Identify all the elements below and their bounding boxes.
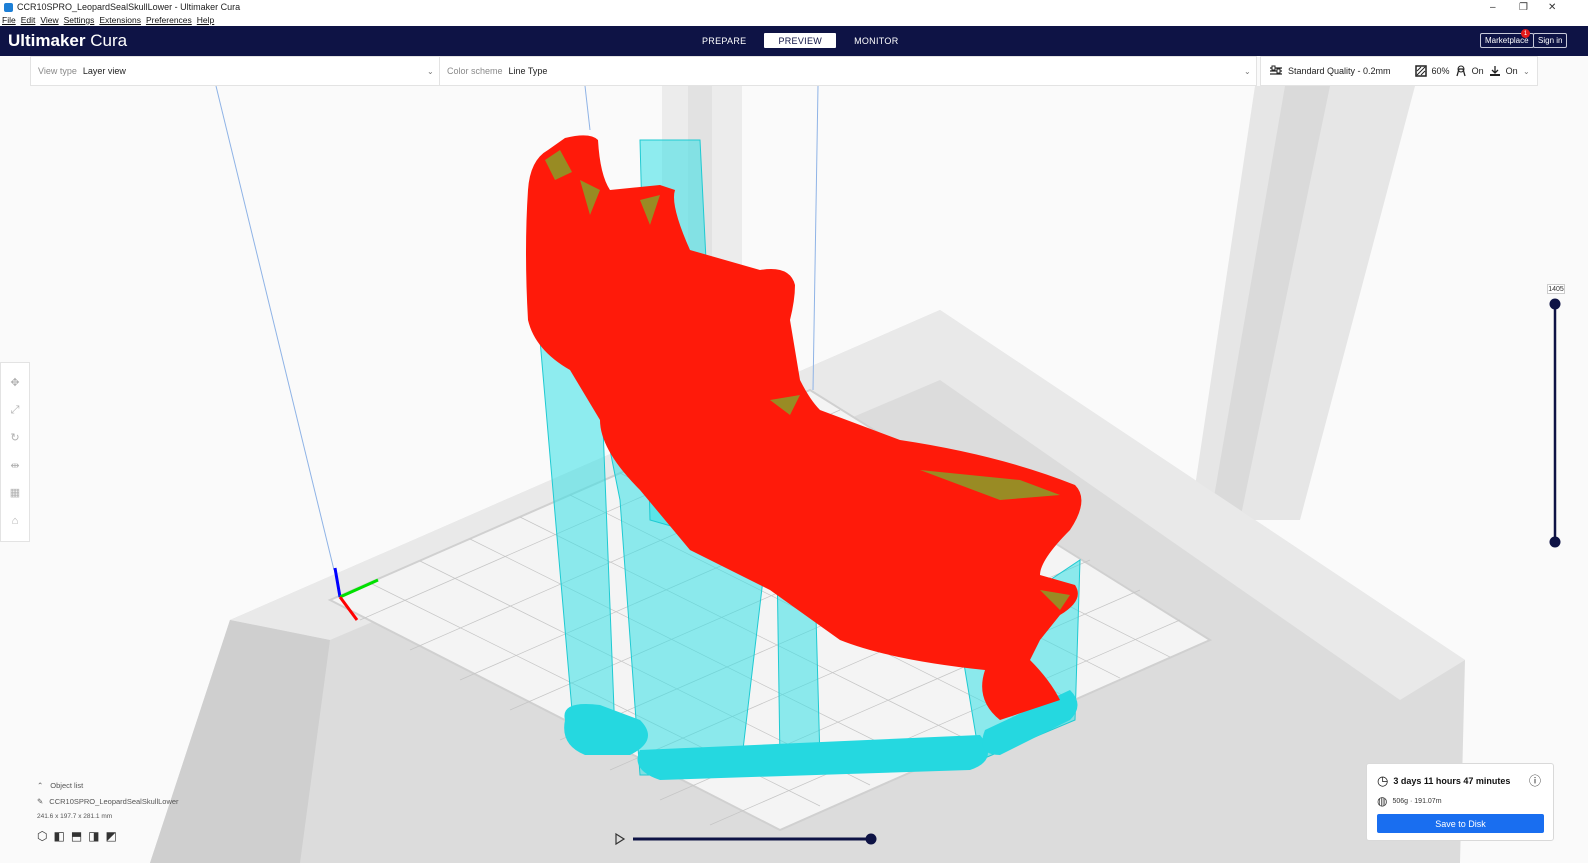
menu-edit[interactable]: Edit (21, 15, 36, 25)
left-view-icon[interactable]: ◨ (88, 829, 99, 843)
menu-help[interactable]: Help (197, 15, 214, 25)
restore-button[interactable]: ❐ (1519, 0, 1528, 14)
layer-slider-lower-handle[interactable] (1549, 536, 1561, 548)
chevron-up-icon: ⌃ (37, 781, 44, 790)
object-info: ⌃ Object list ✎ CCR10SPRO_LeopardSealSku… (37, 781, 179, 843)
ultimaker-cura-logo: Ultimaker Cura (8, 31, 128, 50)
minimize-button[interactable]: – (1490, 0, 1496, 14)
stage-tabs: PREPARE PREVIEW MONITOR (688, 33, 913, 48)
window-titlebar: CCR10SPRO_LeopardSealSkullLower - Ultima… (0, 0, 1588, 14)
object-dimensions: 241.6 x 197.7 x 281.1 mm (37, 813, 113, 820)
view-type-value: Layer view (82, 66, 126, 76)
layer-slider-upper-handle[interactable] (1549, 298, 1561, 310)
info-icon[interactable]: ⓘ (1529, 772, 1541, 789)
tab-prepare[interactable]: PREPARE (688, 33, 760, 48)
menu-preferences[interactable]: Preferences (146, 15, 192, 25)
color-scheme-label: Color scheme (447, 66, 503, 76)
left-tool-panel: ✥ ⤢ ↻ ⇹ ▦ ⌂ (0, 362, 30, 542)
3d-view-icon[interactable]: ⬡ (37, 829, 47, 843)
menu-bar: File Edit View Settings Extensions Prefe… (0, 14, 1588, 26)
support-icon (1455, 65, 1466, 77)
color-scheme-value: Line Type (508, 66, 548, 76)
support-value: On (1471, 66, 1484, 76)
quality-profile: Standard Quality - 0.2mm (1288, 66, 1391, 76)
app-header: Ultimaker Cura PREPARE PREVIEW MONITOR M… (0, 26, 1588, 56)
chevron-down-icon: ⌄ (1244, 66, 1251, 76)
sign-in-button[interactable]: Sign in (1533, 33, 1568, 48)
path-slider-handle[interactable] (865, 833, 877, 845)
menu-view[interactable]: View (40, 15, 58, 25)
chevron-down-icon: ⌄ (1523, 66, 1530, 76)
adhesion-icon (1489, 66, 1500, 76)
menu-extensions[interactable]: Extensions (99, 15, 141, 25)
per-model-settings-icon[interactable]: ▦ (8, 486, 22, 500)
print-time: 3 days 11 hours 47 minutes (1393, 776, 1511, 786)
cura-app-icon (4, 2, 13, 12)
support-blocker-icon[interactable]: ⌂ (8, 514, 22, 528)
spool-icon: ◍ (1377, 794, 1388, 808)
layer-preview-scene (150, 86, 1561, 863)
save-to-disk-button[interactable]: Save to Disk (1377, 814, 1544, 833)
chevron-down-icon: ⌄ (427, 66, 434, 76)
object-name: CCR10SPRO_LeopardSealSkullLower (49, 797, 179, 806)
menu-file[interactable]: File (2, 15, 16, 25)
material-usage: 506g · 191.07m (1392, 797, 1442, 805)
view-type-label: View type (38, 66, 77, 76)
front-view-icon[interactable]: ◧ (53, 829, 64, 843)
clock-icon: ◷ (1377, 773, 1389, 788)
color-scheme-selector[interactable]: Color scheme Line Type ⌄ (439, 56, 1257, 86)
move-tool-icon[interactable]: ✥ (8, 376, 22, 390)
3d-viewport[interactable] (0, 86, 1588, 863)
object-list-toggle[interactable]: ⌃ Object list (37, 781, 179, 790)
mirror-tool-icon[interactable]: ⇹ (8, 459, 22, 473)
menu-settings[interactable]: Settings (64, 15, 95, 25)
object-list-label: Object list (50, 781, 84, 790)
window-title: CCR10SPRO_LeopardSealSkullLower - Ultima… (17, 2, 241, 12)
print-summary-panel: ◷ 3 days 11 hours 47 minutes ⓘ ◍ 506g · … (1366, 763, 1554, 841)
adhesion-value: On (1505, 66, 1518, 76)
rotate-tool-icon[interactable]: ↻ (8, 431, 22, 445)
right-view-icon[interactable]: ◩ (106, 829, 117, 843)
top-view-icon[interactable]: ⬒ (71, 829, 82, 843)
scale-tool-icon[interactable]: ⤢ (8, 403, 22, 417)
print-settings-button[interactable]: Standard Quality - 0.2mm 60% On On ⌄ (1260, 56, 1538, 86)
view-type-selector[interactable]: View type Layer view ⌄ (30, 56, 440, 86)
close-button[interactable]: ✕ (1548, 0, 1556, 14)
tab-monitor[interactable]: MONITOR (840, 33, 912, 48)
marketplace-notification-badge: 1 (1521, 29, 1530, 38)
tab-preview[interactable]: PREVIEW (764, 33, 837, 48)
layer-number-label: 1405 (1547, 284, 1565, 294)
settings-sliders-icon (1270, 65, 1282, 75)
infill-icon (1414, 65, 1427, 77)
infill-value: 60% (1431, 66, 1450, 76)
pencil-icon[interactable]: ✎ (37, 797, 43, 806)
